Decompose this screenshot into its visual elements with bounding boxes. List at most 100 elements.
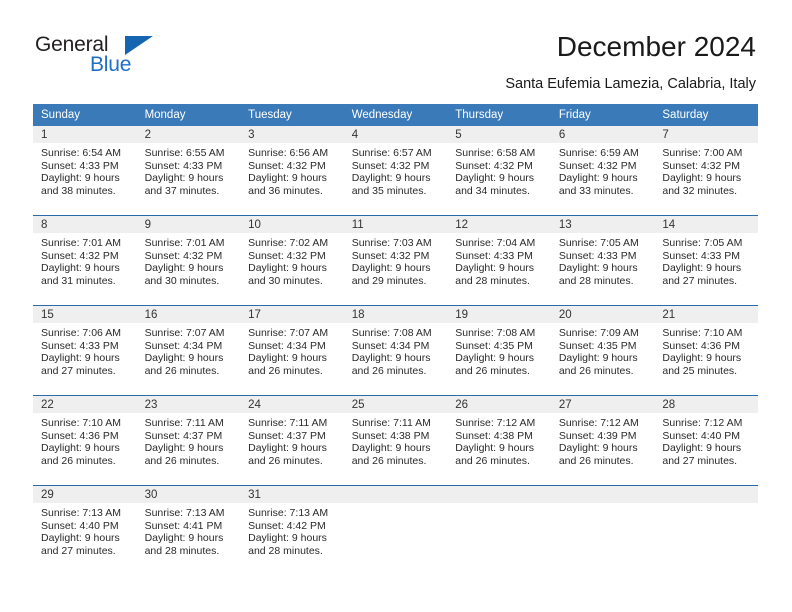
day-cell[interactable]: 26 Sunrise: 7:12 AM Sunset: 4:38 PM Dayligh…: [447, 395, 551, 486]
day-details: Sunrise: 7:01 AM Sunset: 4:32 PM Daylight:…: [33, 233, 137, 287]
sunset-text: Sunset: 4:33 PM: [455, 249, 533, 262]
day-details: Sunrise: 7:02 AM Sunset: 4:32 PM Daylight:…: [240, 233, 344, 287]
day-cell[interactable]: 25 Sunrise: 7:11 AM Sunset: 4:38 PM Dayligh…: [343, 395, 448, 486]
day-details: Sunrise: 7:00 AM Sunset: 4:32 PM Daylight:…: [654, 143, 758, 197]
daylight-text-line1: Daylight: 9 hours: [144, 352, 224, 365]
day-cell[interactable]: 28 Sunrise: 7:12 AM Sunset: 4:40 PM Dayligh…: [654, 395, 758, 486]
day-cell[interactable]: 6 Sunrise: 6:59 AM Sunset: 4:32 PM Daylight…: [550, 126, 655, 216]
day-cell[interactable]: 16 Sunrise: 7:07 AM Sunset: 4:34 PM Dayligh…: [136, 305, 241, 396]
day-details: Sunrise: 7:08 AM Sunset: 4:35 PM Daylight:…: [447, 323, 551, 377]
daylight-text-line1: Daylight: 9 hours: [41, 262, 120, 275]
day-cell[interactable]: 21 Sunrise: 7:10 AM Sunset: 4:36 PM Dayligh…: [654, 305, 758, 396]
sunrise-text: Sunrise: 7:07 AM: [144, 327, 225, 339]
sunset-text: Sunset: 4:33 PM: [144, 159, 223, 172]
day-cell[interactable]: 8 Sunrise: 7:01 AM Sunset: 4:32 PM Daylight…: [33, 215, 137, 306]
sunrise-text: Sunrise: 7:12 AM: [558, 417, 639, 429]
day-cell[interactable]: 24 Sunrise: 7:11 AM Sunset: 4:37 PM Dayligh…: [240, 395, 344, 486]
day-cell[interactable]: 11 Sunrise: 7:03 AM Sunset: 4:32 PM Dayligh…: [343, 215, 448, 306]
sunset-text: Sunset: 4:33 PM: [558, 249, 637, 262]
day-cell-empty: [654, 485, 758, 575]
day-cell[interactable]: 5 Sunrise: 6:58 AM Sunset: 4:32 PM Daylight…: [447, 126, 551, 216]
sunrise-text: Sunrise: 7:05 AM: [662, 237, 743, 249]
day-details: Sunrise: 7:05 AM Sunset: 4:33 PM Daylight:…: [654, 233, 758, 287]
day-number: 28: [654, 396, 758, 413]
day-details: Sunrise: 7:05 AM Sunset: 4:33 PM Daylight:…: [551, 233, 655, 287]
day-cell[interactable]: 18 Sunrise: 7:08 AM Sunset: 4:34 PM Dayligh…: [343, 305, 448, 396]
calendar-week-row: 15 Sunrise: 7:06 AM Sunset: 4:33 PM Dayligh…: [33, 305, 758, 396]
sunset-text: Sunset: 4:38 PM: [351, 429, 430, 442]
day-number: 22: [33, 396, 137, 413]
day-cell[interactable]: 23 Sunrise: 7:11 AM Sunset: 4:37 PM Dayligh…: [136, 395, 241, 486]
sunset-text: Sunset: 4:32 PM: [41, 249, 119, 262]
generalblue-logo[interactable]: General Blue: [35, 33, 185, 85]
sunset-text: Sunset: 4:32 PM: [144, 249, 223, 262]
sunrise-text: Sunrise: 7:12 AM: [662, 417, 743, 429]
sunrise-text: Sunrise: 7:07 AM: [248, 327, 329, 339]
day-number: [447, 486, 551, 503]
day-cell[interactable]: 17 Sunrise: 7:07 AM Sunset: 4:34 PM Dayligh…: [240, 305, 344, 396]
weekday-header-sunday: Sunday: [33, 104, 137, 126]
daylight-text-line1: Daylight: 9 hours: [351, 172, 431, 185]
day-cell[interactable]: 3 Sunrise: 6:56 AM Sunset: 4:32 PM Daylight…: [240, 126, 344, 216]
daylight-text-line1: Daylight: 9 hours: [144, 262, 224, 275]
daylight-text-line2: and 25 minutes.: [662, 364, 738, 377]
day-number: 14: [654, 216, 758, 233]
daylight-text-line2: and 31 minutes.: [41, 274, 116, 287]
daylight-text-line1: Daylight: 9 hours: [248, 442, 327, 455]
daylight-text-line2: and 38 minutes.: [41, 184, 116, 197]
daylight-text-line2: and 26 minutes.: [351, 364, 427, 377]
calendar-week-row: 1 Sunrise: 6:54 AM Sunset: 4:33 PM Daylight…: [33, 126, 758, 216]
sunset-text: Sunset: 4:32 PM: [248, 159, 326, 172]
sunset-text: Sunset: 4:34 PM: [248, 339, 326, 352]
day-cell[interactable]: 15 Sunrise: 7:06 AM Sunset: 4:33 PM Dayligh…: [33, 305, 137, 396]
day-cell[interactable]: 19 Sunrise: 7:08 AM Sunset: 4:35 PM Dayligh…: [447, 305, 551, 396]
day-cell[interactable]: 10 Sunrise: 7:02 AM Sunset: 4:32 PM Dayligh…: [240, 215, 344, 306]
daylight-text-line2: and 28 minutes.: [455, 274, 530, 287]
day-cell[interactable]: 7 Sunrise: 7:00 AM Sunset: 4:32 PM Daylight…: [654, 126, 758, 216]
sunrise-text: Sunrise: 7:05 AM: [558, 237, 639, 249]
day-number: 17: [240, 306, 344, 323]
day-cell[interactable]: 20 Sunrise: 7:09 AM Sunset: 4:35 PM Dayligh…: [550, 305, 655, 396]
weekday-header-saturday: Saturday: [654, 104, 758, 126]
day-cell[interactable]: 22 Sunrise: 7:10 AM Sunset: 4:36 PM Dayligh…: [33, 395, 137, 486]
daylight-text-line1: Daylight: 9 hours: [351, 442, 431, 455]
sunset-text: Sunset: 4:35 PM: [558, 339, 637, 352]
day-details: Sunrise: 7:12 AM Sunset: 4:38 PM Daylight:…: [447, 413, 551, 467]
day-number: 16: [136, 306, 241, 323]
sunset-text: Sunset: 4:37 PM: [248, 429, 326, 442]
day-cell-empty: [447, 485, 551, 575]
day-cell[interactable]: 1 Sunrise: 6:54 AM Sunset: 4:33 PM Daylight…: [33, 126, 137, 216]
day-details: Sunrise: 6:59 AM Sunset: 4:32 PM Daylight:…: [551, 143, 655, 197]
weekday-header-tuesday: Tuesday: [240, 104, 344, 126]
sunset-text: Sunset: 4:42 PM: [248, 519, 326, 532]
sunset-text: Sunset: 4:40 PM: [41, 519, 119, 532]
day-cell[interactable]: 29 Sunrise: 7:13 AM Sunset: 4:40 PM Dayligh…: [33, 485, 137, 575]
day-number: 3: [240, 126, 344, 143]
day-cell[interactable]: 27 Sunrise: 7:12 AM Sunset: 4:39 PM Dayligh…: [550, 395, 655, 486]
weekday-header-wednesday: Wednesday: [343, 104, 448, 126]
day-number: 25: [343, 396, 448, 413]
day-cell[interactable]: 12 Sunrise: 7:04 AM Sunset: 4:33 PM Dayligh…: [447, 215, 551, 306]
calendar-body: 1 Sunrise: 6:54 AM Sunset: 4:33 PM Daylight…: [33, 126, 758, 575]
day-number: 10: [240, 216, 344, 233]
day-cell[interactable]: 2 Sunrise: 6:55 AM Sunset: 4:33 PM Daylight…: [136, 126, 241, 216]
day-cell[interactable]: 30 Sunrise: 7:13 AM Sunset: 4:41 PM Dayligh…: [136, 485, 241, 575]
daylight-text-line2: and 37 minutes.: [144, 184, 220, 197]
daylight-text-line2: and 27 minutes.: [662, 454, 738, 467]
day-cell[interactable]: 13 Sunrise: 7:05 AM Sunset: 4:33 PM Dayligh…: [550, 215, 655, 306]
daylight-text-line2: and 28 minutes.: [558, 274, 634, 287]
day-number: 15: [33, 306, 137, 323]
day-details: Sunrise: 7:08 AM Sunset: 4:34 PM Daylight:…: [344, 323, 448, 377]
day-details: Sunrise: 6:58 AM Sunset: 4:32 PM Daylight:…: [447, 143, 551, 197]
day-cell[interactable]: 14 Sunrise: 7:05 AM Sunset: 4:33 PM Dayligh…: [654, 215, 758, 306]
day-details: Sunrise: 7:11 AM Sunset: 4:37 PM Daylight:…: [137, 413, 241, 467]
day-cell[interactable]: 31 Sunrise: 7:13 AM Sunset: 4:42 PM Dayligh…: [240, 485, 344, 575]
weekday-header-monday: Monday: [136, 104, 241, 126]
day-cell[interactable]: 9 Sunrise: 7:01 AM Sunset: 4:32 PM Daylight…: [136, 215, 241, 306]
day-details: Sunrise: 7:12 AM Sunset: 4:40 PM Daylight:…: [654, 413, 758, 467]
sunset-text: Sunset: 4:33 PM: [41, 159, 119, 172]
page-subtitle: Santa Eufemia Lamezia, Calabria, Italy: [505, 76, 756, 92]
day-number: 13: [550, 216, 655, 233]
sunrise-text: Sunrise: 7:06 AM: [41, 327, 121, 339]
day-cell[interactable]: 4 Sunrise: 6:57 AM Sunset: 4:32 PM Daylight…: [343, 126, 448, 216]
